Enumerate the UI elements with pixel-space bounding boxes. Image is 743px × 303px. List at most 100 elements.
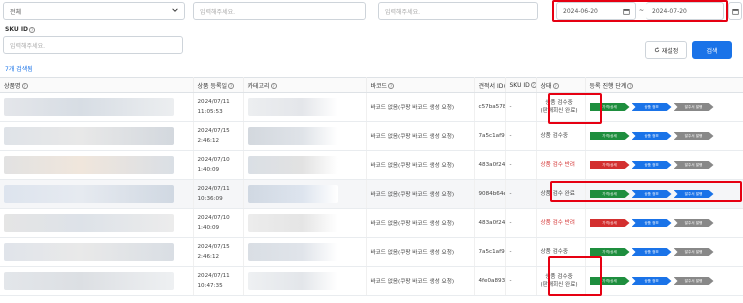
- progress-step[interactable]: 가격/상세: [589, 103, 630, 111]
- progress-step[interactable]: 발주서 발행: [673, 161, 714, 169]
- quote-id-cell[interactable]: 9084b64e...: [474, 179, 506, 209]
- progress-step[interactable]: 상품 정보: [631, 277, 672, 285]
- barcode-cell: 바코드 없음(쿠팡 바코드 생성 요청): [366, 266, 475, 296]
- table-row[interactable]: 2024/07/15 2:46:12 바코드 없음(쿠팡 바코드 생성 요청) …: [0, 121, 743, 151]
- status-badge: 상품 검수 반려: [541, 219, 575, 227]
- barcode-text: 바코드 없음(쿠팡 바코드 생성 요청): [370, 250, 455, 256]
- progress-step[interactable]: 발주서 발행: [673, 132, 714, 140]
- progress-step[interactable]: 가격/상세: [589, 132, 630, 140]
- table-row[interactable]: 2024/07/11 10:36:09 바코드 없음(쿠팡 바코드 생성 요청)…: [0, 179, 743, 209]
- reg-time: 10:36:09: [197, 196, 223, 202]
- status-cell: 상품 검수중 (판매회신 완료): [536, 266, 586, 296]
- col-header-progress[interactable]: 등록 진행 단계?: [585, 77, 743, 93]
- col-header-sku-id[interactable]: SKU ID?: [505, 77, 537, 93]
- date-from-input[interactable]: 2024-06-20: [556, 2, 636, 20]
- status-main: 상품 검수중: [545, 100, 573, 106]
- reg-date: 2024/07/11: [197, 186, 230, 192]
- status-cell: 상품 검수중: [536, 121, 586, 151]
- filter-input-2[interactable]: 입력해주세요.: [378, 2, 538, 20]
- quote-id-cell[interactable]: 4fe0a893...: [474, 266, 506, 296]
- category-select[interactable]: 전체: [3, 2, 185, 20]
- quote-id-cell[interactable]: 483a0f24...: [474, 208, 506, 238]
- progress-steps: 가격/상세 상품 정보 발주서 발행: [589, 132, 743, 140]
- status-main: 상품 검수중: [545, 274, 573, 280]
- progress-step[interactable]: 발주서 발행: [673, 190, 714, 198]
- col-header-label: 상품 등록일: [197, 82, 228, 90]
- table-row[interactable]: 2024/07/10 1:40:09 바코드 없음(쿠팡 바코드 생성 요청) …: [0, 208, 743, 238]
- quote-id-link[interactable]: 7a5c1af9...: [479, 133, 505, 139]
- reset-button[interactable]: 재설정: [645, 41, 687, 59]
- redacted-product-name: [4, 156, 174, 174]
- select-value: 전체: [10, 8, 22, 16]
- progress-steps: 가격/상세 상품 정보 발주서 발행: [589, 248, 743, 256]
- filter-input-1[interactable]: 입력해주세요.: [193, 2, 366, 20]
- progress-cell: 가격/상세 상품 정보 발주서 발행: [585, 150, 743, 180]
- product-name-cell: [0, 121, 194, 151]
- progress-steps: 가격/상세 상품 정보 발주서 발행: [589, 219, 743, 227]
- progress-step[interactable]: 발주서 발행: [673, 219, 714, 227]
- sku-input[interactable]: 입력해주세요.: [3, 36, 183, 54]
- col-header-status[interactable]: 상태?: [536, 77, 586, 93]
- reg-date: 2024/07/11: [197, 99, 230, 105]
- progress-step[interactable]: 가격/상세: [589, 190, 630, 198]
- status-cell: 상품 검수 반려: [536, 150, 586, 180]
- quote-id-cell[interactable]: c57ba578...: [474, 92, 506, 122]
- help-icon: ?: [388, 83, 395, 89]
- help-icon: ?: [228, 83, 235, 89]
- table-row[interactable]: 2024/07/10 1:40:09 바코드 없음(쿠팡 바코드 생성 요청) …: [0, 150, 743, 180]
- search-button[interactable]: 검색: [692, 41, 732, 59]
- status-main: 상품 검수 완료: [540, 191, 575, 197]
- date-to-input[interactable]: 2024-07-20: [646, 2, 724, 20]
- status-main: 상품 검수 반려: [540, 220, 575, 226]
- progress-step[interactable]: 가격/상세: [589, 277, 630, 285]
- progress-steps: 가격/상세 상품 정보 발주서 발행: [589, 190, 743, 198]
- quote-id-cell[interactable]: 483a0f24...: [474, 150, 506, 180]
- reg-date: 2024/07/10: [197, 157, 230, 163]
- progress-step[interactable]: 상품 정보: [631, 190, 672, 198]
- quote-id-link[interactable]: 9084b64e...: [479, 191, 505, 197]
- category-cell: [243, 179, 367, 209]
- help-icon: ?: [21, 83, 28, 89]
- reg-date: 2024/07/15: [197, 128, 230, 134]
- quote-id-cell[interactable]: 7a5c1af9...: [474, 121, 506, 151]
- redacted-category: [247, 156, 338, 174]
- reg-date: 2024/07/15: [197, 244, 230, 250]
- redacted-category: [247, 243, 338, 261]
- quote-id-link[interactable]: 483a0f24...: [479, 162, 505, 168]
- table-row[interactable]: 2024/07/11 10:47:35 바코드 없음(쿠팡 바코드 생성 요청)…: [0, 266, 743, 296]
- col-header-product-name[interactable]: 상품명?: [0, 77, 194, 93]
- progress-step[interactable]: 상품 정보: [631, 132, 672, 140]
- table-row[interactable]: 2024/07/11 11:05:53 바코드 없음(쿠팡 바코드 생성 요청)…: [0, 92, 743, 122]
- quote-id-cell[interactable]: 7a5c1af9...: [474, 237, 506, 267]
- progress-steps: 가격/상세 상품 정보 발주서 발행: [589, 103, 743, 111]
- progress-step[interactable]: 상품 정보: [631, 103, 672, 111]
- quote-id-link[interactable]: 483a0f24...: [479, 220, 505, 226]
- quote-id-link[interactable]: 4fe0a893...: [479, 278, 505, 284]
- progress-step[interactable]: 가격/상세: [589, 248, 630, 256]
- progress-step[interactable]: 가격/상세: [589, 161, 630, 169]
- quote-id-link[interactable]: c57ba578...: [479, 104, 505, 110]
- redacted-category: [247, 272, 338, 290]
- col-header-barcode[interactable]: 바코드?: [366, 77, 475, 93]
- col-header-category[interactable]: 카테고리?: [243, 77, 367, 93]
- calendar-icon[interactable]: [623, 8, 630, 15]
- progress-step[interactable]: 상품 정보: [631, 161, 672, 169]
- reg-date-cell: 2024/07/10 1:40:09: [193, 208, 244, 238]
- reg-date-cell: 2024/07/15 2:46:12: [193, 237, 244, 267]
- sku-id-cell: -: [505, 150, 537, 180]
- progress-step[interactable]: 발주서 발행: [673, 103, 714, 111]
- reg-date-cell: 2024/07/11 11:05:53: [193, 92, 244, 122]
- col-header-label: 등록 진행 단계: [589, 82, 627, 90]
- progress-step[interactable]: 발주서 발행: [673, 248, 714, 256]
- progress-step[interactable]: 발주서 발행: [673, 277, 714, 285]
- col-header-quote-id[interactable]: 견적서 ID?: [474, 77, 506, 93]
- progress-step[interactable]: 상품 정보: [631, 219, 672, 227]
- col-header-reg-date[interactable]: 상품 등록일?: [193, 77, 244, 93]
- col-header-label: 상태: [540, 82, 552, 90]
- quote-id-link[interactable]: 7a5c1af9...: [479, 249, 505, 255]
- progress-step[interactable]: 가격/상세: [589, 219, 630, 227]
- table-row[interactable]: 2024/07/15 2:46:12 바코드 없음(쿠팡 바코드 생성 요청) …: [0, 237, 743, 267]
- progress-step[interactable]: 상품 정보: [631, 248, 672, 256]
- date-calendar-button[interactable]: [728, 2, 742, 20]
- product-name-cell: [0, 150, 194, 180]
